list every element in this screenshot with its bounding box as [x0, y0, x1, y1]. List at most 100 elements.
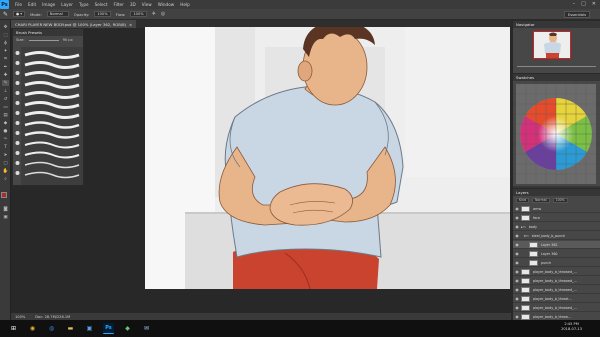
layer-thumbnail: [521, 214, 530, 221]
canvas[interactable]: [145, 27, 510, 289]
eye-icon[interactable]: ◉: [513, 251, 521, 256]
layer-row[interactable]: ◉ player_body_b_throwed_...: [513, 268, 600, 276]
layer-row[interactable]: ◉ ▾▭ steel_body_b_punch: [513, 232, 600, 240]
pen-tool-icon[interactable]: ✑: [2, 136, 9, 142]
zoom-tool-icon[interactable]: ⌕: [2, 176, 9, 182]
brush-stroke-list[interactable]: [21, 47, 83, 185]
eye-icon[interactable]: ◉: [513, 287, 521, 292]
layer-row-selected[interactable]: ◉ Layer 362: [513, 241, 600, 249]
brush-size-slider[interactable]: [28, 39, 59, 41]
navigator-thumbnail[interactable]: [533, 31, 571, 59]
menu-select[interactable]: Select: [95, 2, 108, 7]
layer-row[interactable]: ◉ arms: [513, 205, 600, 213]
airbrush-icon[interactable]: ✈: [152, 11, 156, 17]
mail-icon[interactable]: ✉: [141, 323, 152, 334]
layer-row[interactable]: ◉ punch: [513, 259, 600, 267]
layer-name: punch: [541, 260, 552, 265]
brush-thumbnail-column: [14, 47, 21, 185]
marquee-tool-icon[interactable]: ⬚: [2, 32, 9, 38]
layer-row[interactable]: ◉ player_body_b_throwed_...: [513, 286, 600, 294]
mode-select[interactable]: Normal: [46, 11, 69, 17]
brush-presets-title: Brush Presets: [13, 29, 83, 36]
blur-tool-icon[interactable]: ◆: [2, 120, 9, 126]
eye-icon[interactable]: ◉: [513, 242, 521, 247]
layer-row[interactable]: ◉ player_body_b_threat...: [513, 295, 600, 303]
swatches-title[interactable]: Swatches: [513, 74, 600, 81]
menu-view[interactable]: View: [142, 2, 152, 7]
menu-filter[interactable]: Filter: [113, 2, 123, 7]
quick-mask-icon[interactable]: ◙: [2, 206, 9, 212]
stamp-tool-icon[interactable]: ⊥: [2, 88, 9, 94]
pressure-icon[interactable]: ◎: [161, 11, 165, 17]
menu-3d[interactable]: 3D: [130, 2, 136, 7]
eye-icon[interactable]: ◉: [513, 260, 521, 265]
document-tab[interactable]: CHARI PLAYER NEW BODY.psd @ 100% (Layer …: [11, 20, 137, 28]
menu-file[interactable]: File: [15, 2, 22, 7]
healing-tool-icon[interactable]: ✚: [2, 72, 9, 78]
foreground-color-swatch[interactable]: [1, 192, 7, 198]
chrome-icon[interactable]: ◉: [27, 323, 38, 334]
layer-row[interactable]: ◉ player_body_b_throwed_...: [513, 304, 600, 312]
crop-tool-icon[interactable]: ⌗: [2, 56, 9, 62]
hand-tool-icon[interactable]: ✋: [2, 168, 9, 174]
layer-kind-filter[interactable]: Kind: [516, 197, 530, 203]
eye-icon[interactable]: ◉: [513, 269, 521, 274]
system-clock[interactable]: 2:45 PM 2018-07-13: [561, 322, 582, 332]
brush-tool-icon[interactable]: ✎: [2, 80, 9, 86]
close-button[interactable]: ✕: [592, 1, 596, 7]
eye-icon[interactable]: ◉: [513, 224, 521, 229]
navigator-zoom-slider[interactable]: [517, 66, 596, 67]
layers-title[interactable]: Layers: [513, 189, 600, 196]
eraser-tool-icon[interactable]: ▭: [2, 104, 9, 110]
quick-select-tool-icon[interactable]: ✦: [2, 48, 9, 54]
app-icon[interactable]: ◆: [122, 323, 133, 334]
gradient-tool-icon[interactable]: ▤: [2, 112, 9, 118]
menu-help[interactable]: Help: [180, 2, 190, 7]
brush-tool-icon[interactable]: ✎: [3, 11, 8, 18]
blend-mode-select[interactable]: Normal: [532, 197, 550, 203]
minimize-button[interactable]: –: [573, 1, 576, 7]
eye-icon[interactable]: ◉: [513, 296, 521, 301]
browser-icon[interactable]: ◍: [46, 323, 57, 334]
layer-row[interactable]: ◉ face: [513, 214, 600, 222]
start-icon[interactable]: ⊞: [8, 323, 19, 334]
eye-icon[interactable]: ◉: [513, 278, 521, 283]
layer-row[interactable]: ◉ Layer 360: [513, 250, 600, 258]
navigator-title[interactable]: Navigator: [513, 21, 600, 28]
path-select-tool-icon[interactable]: ➤: [2, 152, 9, 158]
zoom-level[interactable]: 100%: [15, 315, 25, 319]
move-tool-icon[interactable]: ✥: [2, 24, 9, 30]
workspace-select[interactable]: Essentials: [564, 11, 590, 18]
eye-icon[interactable]: ◉: [513, 233, 521, 238]
store-icon[interactable]: ▣: [84, 323, 95, 334]
close-tab-icon[interactable]: ×: [129, 22, 132, 27]
lasso-tool-icon[interactable]: ϕ: [2, 40, 9, 46]
folder-icon[interactable]: ▬: [65, 323, 76, 334]
type-tool-icon[interactable]: T: [2, 144, 9, 150]
menu-type[interactable]: Type: [79, 2, 89, 7]
menu-edit[interactable]: Edit: [28, 2, 36, 7]
dodge-tool-icon[interactable]: ●: [2, 128, 9, 134]
layer-opacity-field[interactable]: 100%: [552, 197, 568, 203]
menu-window[interactable]: Window: [158, 2, 175, 7]
brush-size-picker[interactable]: ● ▾: [13, 11, 26, 17]
color-wheel-swatches[interactable]: [516, 84, 596, 184]
right-panel-column: Navigator Swatches Layers Kind Normal 10…: [513, 20, 600, 321]
shape-tool-icon[interactable]: ▢: [2, 160, 9, 166]
history-brush-tool-icon[interactable]: ↺: [2, 96, 9, 102]
screen-mode-icon[interactable]: ▣: [2, 214, 9, 220]
eye-icon[interactable]: ◉: [513, 314, 521, 319]
opacity-field[interactable]: 100%: [94, 11, 111, 17]
maximize-button[interactable]: □: [581, 1, 586, 7]
flow-field[interactable]: 100%: [130, 11, 147, 17]
photoshop-icon[interactable]: Ps: [103, 323, 114, 334]
menu-layer[interactable]: Layer: [61, 2, 73, 7]
eye-icon[interactable]: ◉: [513, 215, 521, 220]
eye-icon[interactable]: ◉: [513, 206, 521, 211]
eyedropper-tool-icon[interactable]: ✒: [2, 64, 9, 70]
layer-row[interactable]: ◉ player_body_b_throwed_...: [513, 277, 600, 285]
layer-row[interactable]: ◉ ▸▭ body: [513, 223, 600, 231]
eye-icon[interactable]: ◉: [513, 305, 521, 310]
menu-image[interactable]: Image: [42, 2, 55, 7]
clock-date: 2018-07-13: [561, 327, 582, 331]
